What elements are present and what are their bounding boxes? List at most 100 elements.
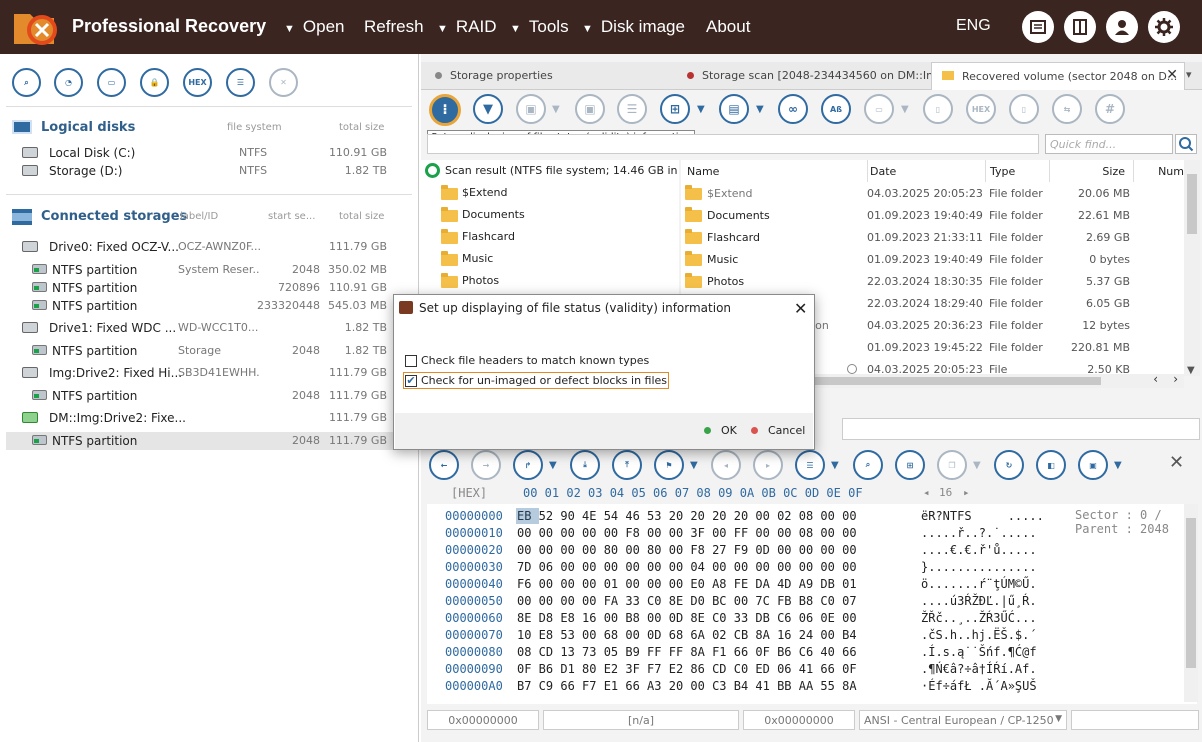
quick-find-input[interactable]: Quick find... bbox=[1045, 134, 1173, 154]
caret-down-icon[interactable]: ▼ bbox=[697, 104, 705, 115]
preview-button[interactable]: ▭ bbox=[864, 94, 894, 124]
settings-button[interactable] bbox=[1148, 11, 1180, 43]
case-button[interactable]: Aß bbox=[821, 94, 851, 124]
hex-row[interactable]: 00000020 00 00 00 00 80 00 80 00 F8 27 F9… bbox=[427, 543, 1187, 560]
tree-root[interactable]: Scan result (NTFS file system; 14.46 GB … bbox=[421, 160, 716, 182]
hex-row[interactable]: 00000070 10 E8 53 00 68 00 0D 68 6A 02 CB… bbox=[427, 628, 1187, 645]
view-mode-button[interactable]: ⊞ bbox=[660, 94, 690, 124]
save-all-button[interactable]: ▣ bbox=[575, 94, 605, 124]
logical-disk-row[interactable]: Local Disk (C:) NTFS 110.91 GB bbox=[6, 144, 412, 162]
hex-row[interactable]: 00000000 EB 52 90 4E 54 46 53 20 20 20 20… bbox=[427, 509, 1187, 526]
storage-row[interactable]: Drive1: Fixed WDC ... WD-WCC1T0... 1.82 TB bbox=[6, 319, 412, 337]
menu-disk-image[interactable]: ▼ Disk image bbox=[582, 17, 685, 37]
list-view-button[interactable]: ☰ bbox=[617, 94, 647, 124]
dialog-close-button[interactable]: ✕ bbox=[794, 299, 807, 318]
storage-row[interactable]: NTFS partition Storage 2048 1.82 TB bbox=[6, 342, 412, 360]
export-button[interactable]: ⇆ bbox=[1052, 94, 1082, 124]
file-list-vscroll[interactable]: ▼ bbox=[1184, 160, 1200, 376]
language-selector[interactable]: ENG bbox=[956, 17, 991, 35]
checkbox-check-headers[interactable] bbox=[405, 354, 417, 367]
page-next-icon[interactable]: ▸ bbox=[963, 486, 970, 499]
option-check-defect-blocks[interactable]: ✔ Check for un-imaged or defect blocks i… bbox=[403, 372, 670, 389]
hex-row[interactable]: 00000050 00 00 00 00 FA 33 C0 8E D0 BC 00… bbox=[427, 594, 1187, 611]
caret-down-icon[interactable]: ▼ bbox=[1114, 460, 1122, 471]
account-button[interactable] bbox=[1106, 11, 1138, 43]
hash-button[interactable]: # bbox=[1095, 94, 1125, 124]
find-button[interactable]: ∞ bbox=[778, 94, 808, 124]
search-storage-button[interactable]: ⌕ bbox=[12, 68, 41, 97]
tab-storage-scan[interactable]: Storage scan [2048-234434560 on DM::Im..… bbox=[683, 62, 947, 90]
reload-button[interactable]: ↻ bbox=[994, 450, 1024, 480]
storage-row[interactable]: Img:Drive2: Fixed Hi... SB3D41EWHH... 111.… bbox=[6, 364, 412, 382]
print-button[interactable]: ▯ bbox=[1009, 94, 1039, 124]
scroll-left-icon[interactable]: ‹ bbox=[1153, 372, 1158, 386]
save-button[interactable]: ▣ bbox=[516, 94, 546, 124]
tree-folder-item[interactable]: Music bbox=[421, 248, 679, 270]
logical-disk-row[interactable]: Storage (D:) NTFS 1.82 TB bbox=[6, 162, 412, 180]
hex-save-button[interactable]: ▣ bbox=[1078, 450, 1108, 480]
storage-row[interactable]: Drive0: Fixed OCZ-V... OCZ-AWNZ0F... 111.7… bbox=[6, 238, 412, 256]
checkbox-check-defect-blocks[interactable]: ✔ bbox=[405, 374, 417, 387]
copy-button[interactable]: ❐ bbox=[937, 450, 967, 480]
storage-row[interactable]: NTFS partition 2048 111.79 GB bbox=[6, 432, 412, 450]
bookmark-button[interactable]: ⚑ bbox=[654, 450, 684, 480]
menu-refresh[interactable]: Refresh bbox=[364, 17, 424, 37]
caret-down-icon[interactable]: ▼ bbox=[831, 460, 839, 471]
storage-row[interactable]: NTFS partition 233320448 545.03 MB bbox=[6, 297, 412, 315]
close-storage-button[interactable]: ✕ bbox=[269, 68, 298, 97]
upload-button[interactable]: ⤒ bbox=[612, 450, 642, 480]
file-status-button[interactable]: ⁝ bbox=[429, 94, 461, 126]
encoding-select[interactable]: ANSI - Central European / CP-1250 ▼ bbox=[859, 710, 1067, 730]
tree-folder-item[interactable]: Flashcard bbox=[421, 226, 679, 248]
option-check-headers[interactable]: Check file headers to match known types bbox=[405, 354, 649, 367]
hex-row[interactable]: 00000040 F6 00 00 00 01 00 00 00 E0 A8 FE… bbox=[427, 577, 1187, 594]
storage-row[interactable]: NTFS partition 2048 111.79 GB bbox=[6, 387, 412, 405]
ok-button[interactable]: OK bbox=[704, 424, 737, 437]
quick-find-button[interactable] bbox=[1175, 134, 1197, 154]
col-name[interactable]: Name bbox=[687, 160, 863, 182]
scroll-thumb[interactable] bbox=[1186, 518, 1196, 668]
caret-down-icon[interactable]: ▼ bbox=[901, 104, 909, 115]
prev-block-button[interactable]: ◂ bbox=[711, 450, 741, 480]
caret-down-icon[interactable]: ▼ bbox=[973, 460, 981, 471]
split-view-button[interactable]: ◧ bbox=[1036, 450, 1066, 480]
file-row[interactable]: $Extend 04.03.2025 20:05:23 File folder 20.… bbox=[681, 182, 1184, 204]
document-button[interactable]: ▯ bbox=[923, 94, 953, 124]
hex-row[interactable]: 00000030 7D 06 00 00 00 00 00 00 04 00 00… bbox=[427, 560, 1187, 577]
hex-row[interactable]: 00000080 08 CD 13 73 05 B9 FF FF 8A F1 66… bbox=[427, 645, 1187, 662]
hex-view-button[interactable]: HEX bbox=[966, 94, 996, 124]
menu-about[interactable]: About bbox=[706, 17, 750, 37]
tab-list-icon[interactable]: ▾ bbox=[1186, 68, 1192, 81]
structure-button[interactable]: ⊞ bbox=[895, 450, 925, 480]
columns-button[interactable]: ▤ bbox=[719, 94, 749, 124]
caret-down-icon[interactable]: ▼ bbox=[549, 460, 557, 471]
caret-down-icon[interactable]: ▼ bbox=[756, 104, 764, 115]
scroll-thumb[interactable] bbox=[1187, 174, 1197, 234]
layout-button[interactable]: ☰ bbox=[795, 450, 825, 480]
log-button[interactable] bbox=[1022, 11, 1054, 43]
hex-vscroll[interactable] bbox=[1184, 504, 1198, 702]
scan-button[interactable]: ◔ bbox=[54, 68, 83, 97]
cancel-button[interactable]: Cancel bbox=[751, 424, 805, 437]
menu-raid[interactable]: ▼ RAID bbox=[437, 17, 497, 37]
tree-folder-item[interactable]: $Extend bbox=[421, 182, 679, 204]
close-tab-icon[interactable]: ✕ bbox=[1166, 67, 1178, 83]
hex-row[interactable]: 000000A0 B7 C9 66 F7 E1 66 A3 20 00 C3 B4… bbox=[427, 679, 1187, 696]
caret-down-icon[interactable]: ▼ bbox=[690, 460, 698, 471]
scroll-right-icon[interactable]: › bbox=[1173, 372, 1178, 386]
storage-row[interactable]: NTFS partition System Reser... 2048 350.02 … bbox=[6, 261, 412, 279]
goto-button[interactable]: ↱ bbox=[513, 450, 543, 480]
hex-row[interactable]: 00000090 0F B6 D1 80 E2 3F F7 E2 86 CD C0… bbox=[427, 662, 1187, 679]
col-type[interactable]: Type bbox=[985, 160, 1047, 182]
tree-folder-item[interactable]: Documents bbox=[421, 204, 679, 226]
hex-button[interactable]: HEX bbox=[183, 68, 212, 97]
filter-button[interactable]: ▼ bbox=[473, 94, 503, 124]
caret-down-icon[interactable]: ▼ bbox=[552, 104, 560, 115]
tab-recovered-volume[interactable]: Recovered volume (sector 2048 on D... ✕ bbox=[931, 62, 1185, 90]
lock-button[interactable]: 🔒 bbox=[140, 68, 169, 97]
back-button[interactable]: ← bbox=[429, 450, 459, 480]
menu-open[interactable]: ▼ Open bbox=[284, 17, 344, 37]
forward-button[interactable]: → bbox=[471, 450, 501, 480]
hex-search-button[interactable]: ⌕ bbox=[853, 450, 883, 480]
open-files-button[interactable]: ▭ bbox=[97, 68, 126, 97]
